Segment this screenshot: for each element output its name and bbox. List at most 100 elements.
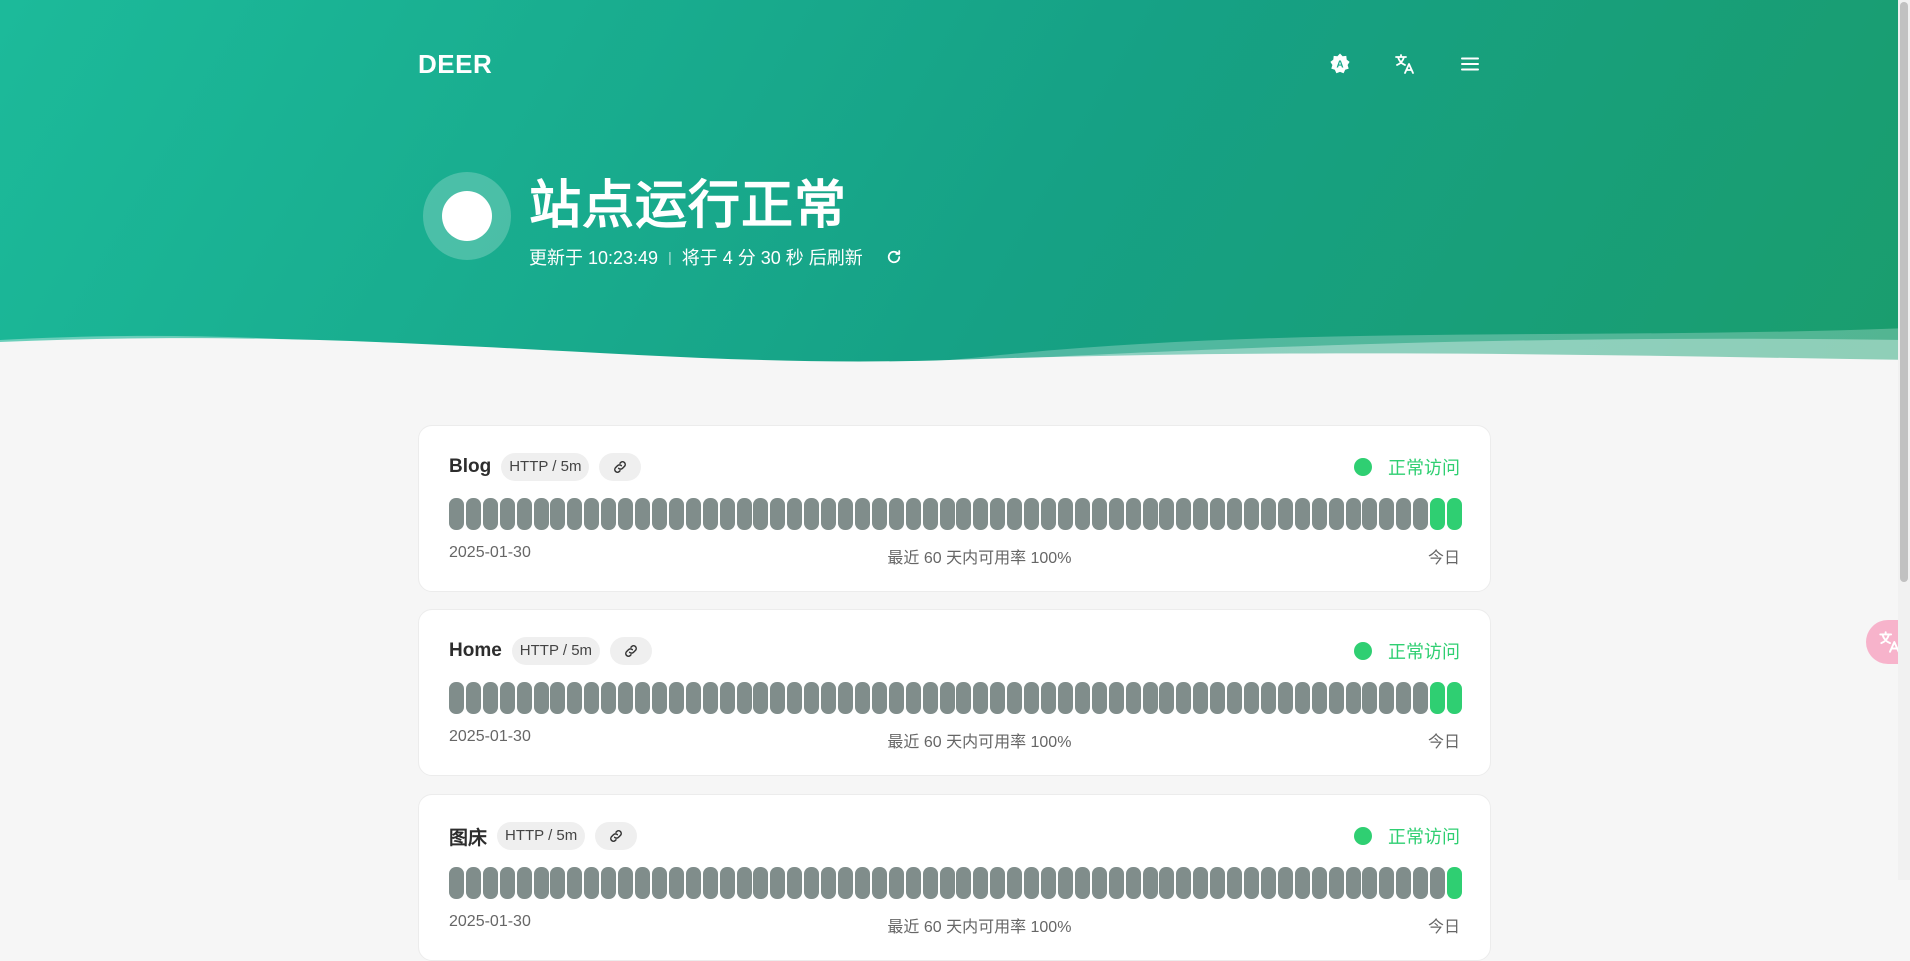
uptime-bar[interactable]: [1379, 867, 1395, 899]
uptime-bar[interactable]: [1379, 498, 1395, 530]
uptime-bar[interactable]: [1125, 498, 1141, 530]
uptime-bar[interactable]: [956, 867, 972, 899]
uptime-bar[interactable]: [871, 682, 887, 714]
uptime-bar[interactable]: [465, 867, 481, 899]
menu-icon[interactable]: [1458, 52, 1482, 76]
uptime-bar[interactable]: [1041, 498, 1057, 530]
uptime-bar[interactable]: [651, 682, 667, 714]
uptime-bar[interactable]: [905, 867, 921, 899]
uptime-bar[interactable]: [584, 498, 600, 530]
uptime-bar[interactable]: [1142, 867, 1158, 899]
uptime-bar[interactable]: [1210, 682, 1226, 714]
uptime-bar[interactable]: [482, 682, 498, 714]
uptime-bar[interactable]: [1413, 682, 1429, 714]
uptime-bar[interactable]: [1294, 498, 1310, 530]
uptime-bar[interactable]: [651, 498, 667, 530]
uptime-bar[interactable]: [1447, 867, 1462, 899]
uptime-bar[interactable]: [1125, 867, 1141, 899]
uptime-bar[interactable]: [736, 867, 752, 899]
uptime-bar[interactable]: [1007, 498, 1023, 530]
uptime-bar[interactable]: [956, 498, 972, 530]
uptime-bar[interactable]: [922, 867, 938, 899]
uptime-bar[interactable]: [499, 682, 515, 714]
uptime-bar[interactable]: [1413, 867, 1429, 899]
uptime-bar[interactable]: [854, 682, 870, 714]
uptime-bar[interactable]: [1074, 498, 1090, 530]
uptime-bar[interactable]: [635, 498, 651, 530]
uptime-bar[interactable]: [956, 682, 972, 714]
uptime-bar[interactable]: [1311, 682, 1327, 714]
uptime-bar[interactable]: [1447, 682, 1462, 714]
uptime-bar[interactable]: [1210, 498, 1226, 530]
uptime-bar[interactable]: [601, 867, 617, 899]
uptime-bar[interactable]: [482, 498, 498, 530]
uptime-bar[interactable]: [973, 498, 989, 530]
uptime-bar[interactable]: [1176, 867, 1192, 899]
uptime-bar[interactable]: [550, 498, 566, 530]
uptime-bar[interactable]: [533, 682, 549, 714]
uptime-bar[interactable]: [668, 498, 684, 530]
uptime-bar[interactable]: [465, 682, 481, 714]
uptime-bar[interactable]: [482, 867, 498, 899]
uptime-bar[interactable]: [1362, 682, 1378, 714]
uptime-bar[interactable]: [770, 498, 786, 530]
uptime-bar[interactable]: [990, 498, 1006, 530]
uptime-bar[interactable]: [465, 498, 481, 530]
uptime-bar[interactable]: [1041, 682, 1057, 714]
uptime-bar[interactable]: [1227, 498, 1243, 530]
uptime-bar[interactable]: [1007, 867, 1023, 899]
uptime-bar[interactable]: [1294, 867, 1310, 899]
uptime-bar[interactable]: [719, 498, 735, 530]
uptime-bar[interactable]: [736, 498, 752, 530]
uptime-bar[interactable]: [1108, 498, 1124, 530]
uptime-bar[interactable]: [1294, 682, 1310, 714]
uptime-bar[interactable]: [1328, 867, 1344, 899]
uptime-bar[interactable]: [719, 682, 735, 714]
uptime-bar[interactable]: [719, 867, 735, 899]
site-logo[interactable]: DEER: [418, 49, 492, 80]
uptime-bar[interactable]: [1244, 498, 1260, 530]
uptime-bar[interactable]: [1210, 867, 1226, 899]
uptime-bar[interactable]: [804, 498, 820, 530]
uptime-bar[interactable]: [1193, 867, 1209, 899]
uptime-bar[interactable]: [449, 867, 464, 899]
uptime-bar[interactable]: [905, 498, 921, 530]
uptime-bar[interactable]: [939, 682, 955, 714]
uptime-bar[interactable]: [1396, 498, 1412, 530]
uptime-bar[interactable]: [601, 682, 617, 714]
uptime-bar[interactable]: [618, 867, 634, 899]
uptime-bar[interactable]: [567, 682, 583, 714]
uptime-bar[interactable]: [939, 498, 955, 530]
uptime-bar[interactable]: [1176, 682, 1192, 714]
uptime-bar[interactable]: [787, 682, 803, 714]
uptime-bar[interactable]: [1244, 682, 1260, 714]
uptime-bar[interactable]: [1311, 867, 1327, 899]
uptime-bar[interactable]: [770, 867, 786, 899]
uptime-bar[interactable]: [1379, 682, 1395, 714]
uptime-bar[interactable]: [804, 867, 820, 899]
uptime-bar[interactable]: [1396, 682, 1412, 714]
uptime-bar[interactable]: [1430, 498, 1446, 530]
uptime-bar[interactable]: [1057, 867, 1073, 899]
uptime-bar[interactable]: [1091, 682, 1107, 714]
uptime-bar[interactable]: [635, 867, 651, 899]
uptime-bar[interactable]: [1227, 867, 1243, 899]
uptime-bar[interactable]: [1108, 682, 1124, 714]
uptime-bar[interactable]: [1345, 498, 1361, 530]
uptime-bar[interactable]: [567, 867, 583, 899]
refresh-icon[interactable]: [885, 248, 903, 266]
uptime-bar[interactable]: [1193, 682, 1209, 714]
uptime-bar[interactable]: [685, 867, 701, 899]
uptime-bar[interactable]: [854, 867, 870, 899]
uptime-bar[interactable]: [1159, 682, 1175, 714]
uptime-bar[interactable]: [753, 867, 769, 899]
uptime-bar[interactable]: [499, 498, 515, 530]
uptime-bar[interactable]: [838, 867, 854, 899]
uptime-bar[interactable]: [1125, 682, 1141, 714]
uptime-bar[interactable]: [821, 498, 837, 530]
uptime-bar[interactable]: [1413, 498, 1429, 530]
uptime-bar[interactable]: [1277, 682, 1293, 714]
uptime-bar[interactable]: [618, 498, 634, 530]
uptime-bar[interactable]: [702, 498, 718, 530]
uptime-bar[interactable]: [736, 682, 752, 714]
